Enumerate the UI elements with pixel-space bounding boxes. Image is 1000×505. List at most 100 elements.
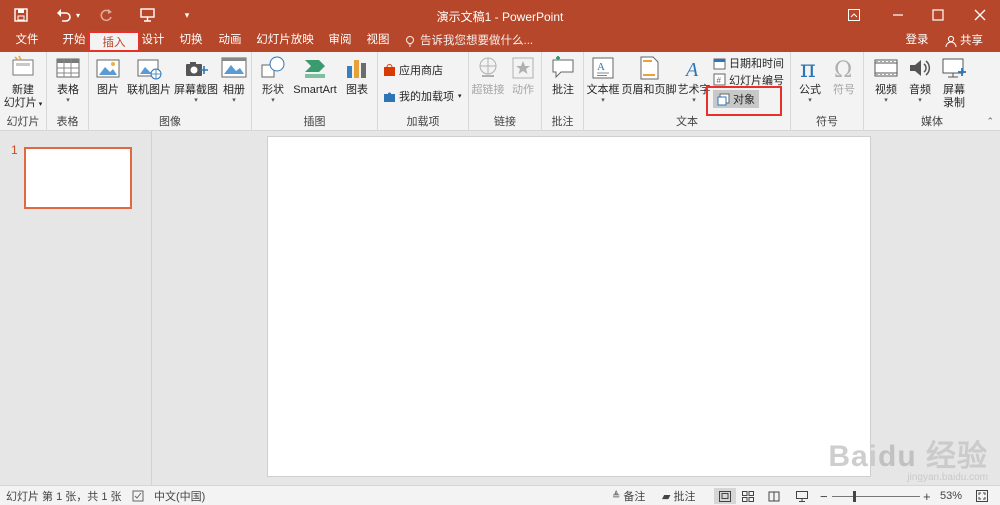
screen-recording-button[interactable]: 屏幕 录制 <box>938 54 970 110</box>
screenshot-button[interactable]: 屏幕截图 ▾ <box>173 54 219 105</box>
svg-text:#: # <box>717 76 722 85</box>
fit-to-window-icon[interactable] <box>976 488 988 504</box>
comment-status-icon: ▰ <box>662 490 671 503</box>
share-label: 共享 <box>960 35 983 47</box>
album-button[interactable]: 相册 ▾ <box>219 54 249 105</box>
slide-editor-canvas: Baidu 经验 jingyan.baidu.com <box>153 131 1000 485</box>
present-icon[interactable] <box>136 6 158 24</box>
symbol-label: 符号 <box>833 84 855 96</box>
login-link[interactable]: 登录 <box>904 30 930 52</box>
undo-dropdown-icon[interactable]: ▾ <box>72 6 84 24</box>
my-addins-button[interactable]: 我的加载项 ▾ <box>383 87 462 105</box>
chevron-down-icon: ▾ <box>232 97 236 104</box>
minimize-icon[interactable] <box>880 0 916 30</box>
zoom-slider[interactable] <box>832 488 920 504</box>
slide-sorter-icon[interactable] <box>742 488 754 504</box>
picture-label: 图片 <box>97 84 119 96</box>
smartart-button[interactable]: SmartArt <box>290 54 340 97</box>
comment-icon <box>552 56 574 79</box>
audio-button[interactable]: 音频 ▾ <box>904 54 936 105</box>
language-status[interactable]: 中文(中国) <box>154 488 205 504</box>
zoom-in-icon[interactable]: + <box>923 488 931 504</box>
zoom-out-icon[interactable]: − <box>820 488 828 504</box>
slide-thumbnail-pane: 1 <box>0 131 152 485</box>
slide-number-button[interactable]: # 幻灯片编号 <box>713 72 784 87</box>
lightbulb-icon <box>406 36 414 47</box>
store-button[interactable]: 应用商店 <box>383 61 443 79</box>
tab-view[interactable]: 视图 <box>361 30 395 52</box>
album-icon <box>221 57 247 78</box>
group-media: 视频 ▾ 音频 ▾ 屏幕 录制 媒体 <box>864 52 1000 131</box>
header-footer-button[interactable]: 页眉和页脚 <box>621 54 677 97</box>
new-slide-icon <box>12 55 34 76</box>
chart-button[interactable]: 图表 <box>342 54 372 97</box>
share-button[interactable]: 共享 <box>940 30 988 52</box>
notes-label: 备注 <box>623 491 646 503</box>
shapes-icon <box>261 56 285 78</box>
tab-slideshow[interactable]: 幻灯片放映 <box>252 30 318 52</box>
video-button[interactable]: 视频 ▾ <box>870 54 902 105</box>
chevron-down-icon: ▾ <box>601 97 605 104</box>
chart-icon <box>347 60 366 78</box>
textbox-label: 文本框 <box>586 84 620 96</box>
date-time-button[interactable]: 日期和时间 <box>713 54 784 72</box>
table-button[interactable]: 表格 ▾ <box>52 54 84 105</box>
album-label: 相册 <box>223 84 245 96</box>
new-slide-button[interactable]: 新建 幻灯片 ▾ <box>3 54 43 111</box>
slide-number-icon: # <box>713 73 726 86</box>
undo-icon[interactable] <box>52 6 74 24</box>
comments-button[interactable]: ▰ 批注 <box>662 488 695 504</box>
slide-number-label: 幻灯片编号 <box>729 74 784 87</box>
group-tables: 表格 ▾ 表格 <box>47 52 89 131</box>
tab-review[interactable]: 审阅 <box>322 30 358 52</box>
chevron-down-icon: ▾ <box>194 97 198 104</box>
chevron-down-icon: ▾ <box>458 93 462 100</box>
spellcheck-icon[interactable] <box>132 488 144 504</box>
window-title: 演示文稿1 - PowerPoint <box>436 10 564 24</box>
close-icon[interactable] <box>962 0 998 30</box>
equation-button[interactable]: π 公式 ▾ <box>794 54 826 105</box>
tell-me-box[interactable]: 告诉我您想要做什么... <box>404 30 534 52</box>
slideshow-view-icon[interactable] <box>796 488 808 504</box>
group-label-illustrations: 插图 <box>303 116 326 128</box>
zoom-slider-thumb[interactable] <box>853 491 856 502</box>
customize-qat-icon[interactable]: ▾ <box>180 6 194 24</box>
slide-thumbnail[interactable] <box>24 147 132 209</box>
save-icon[interactable] <box>10 6 32 24</box>
calendar-icon <box>713 58 726 69</box>
comment-button[interactable]: 批注 <box>547 54 579 97</box>
slide-page[interactable] <box>267 136 871 477</box>
object-highlight-box <box>706 86 782 116</box>
smartart-icon <box>305 60 325 78</box>
film-icon <box>874 59 898 77</box>
picture-button[interactable]: 图片 <box>93 54 123 97</box>
shapes-button[interactable]: 形状 ▾ <box>258 54 288 105</box>
status-bar: 幻灯片 第 1 张，共 1 张 中文(中国) ≜ 备注 ▰ 批注 − + 53% <box>0 485 1000 505</box>
tab-file[interactable]: 文件 <box>8 30 46 52</box>
notes-button[interactable]: ≜ 备注 <box>612 488 645 504</box>
tab-animations[interactable]: 动画 <box>212 30 248 52</box>
svg-text:A: A <box>684 59 699 81</box>
tell-me-text: 告诉我您想要做什么... <box>420 35 534 47</box>
tab-home[interactable]: 开始 <box>56 30 92 52</box>
video-label: 视频 <box>875 84 897 96</box>
textbox-button[interactable]: A 文本框 ▾ <box>586 54 620 105</box>
store-label: 应用商店 <box>399 65 443 77</box>
group-label-comments: 批注 <box>551 116 574 128</box>
collapse-ribbon-icon[interactable]: ⌃ <box>986 116 994 127</box>
tab-design[interactable]: 设计 <box>136 30 170 52</box>
online-picture-button[interactable]: 联机图片 <box>125 54 173 97</box>
online-picture-label: 联机图片 <box>127 84 171 96</box>
zoom-level[interactable]: 53% <box>940 488 962 504</box>
maximize-icon[interactable] <box>920 0 956 30</box>
baidu-watermark-url: jingyan.baidu.com <box>907 472 988 483</box>
ribbon-tab-bar: 文件 开始 插入 设计 切换 动画 幻灯片放映 审阅 视图 告诉我您想要做什么.… <box>0 30 1000 52</box>
tab-insert[interactable]: 插入 <box>88 31 140 52</box>
reading-view-icon[interactable] <box>768 488 780 504</box>
chart-label: 图表 <box>346 84 368 96</box>
tab-transitions[interactable]: 切换 <box>173 30 209 52</box>
ribbon-display-options-icon[interactable] <box>836 0 872 30</box>
normal-view-icon[interactable] <box>714 488 736 504</box>
screen-recording-label-2: 录制 <box>943 97 965 109</box>
chevron-down-icon: ▾ <box>271 97 275 104</box>
